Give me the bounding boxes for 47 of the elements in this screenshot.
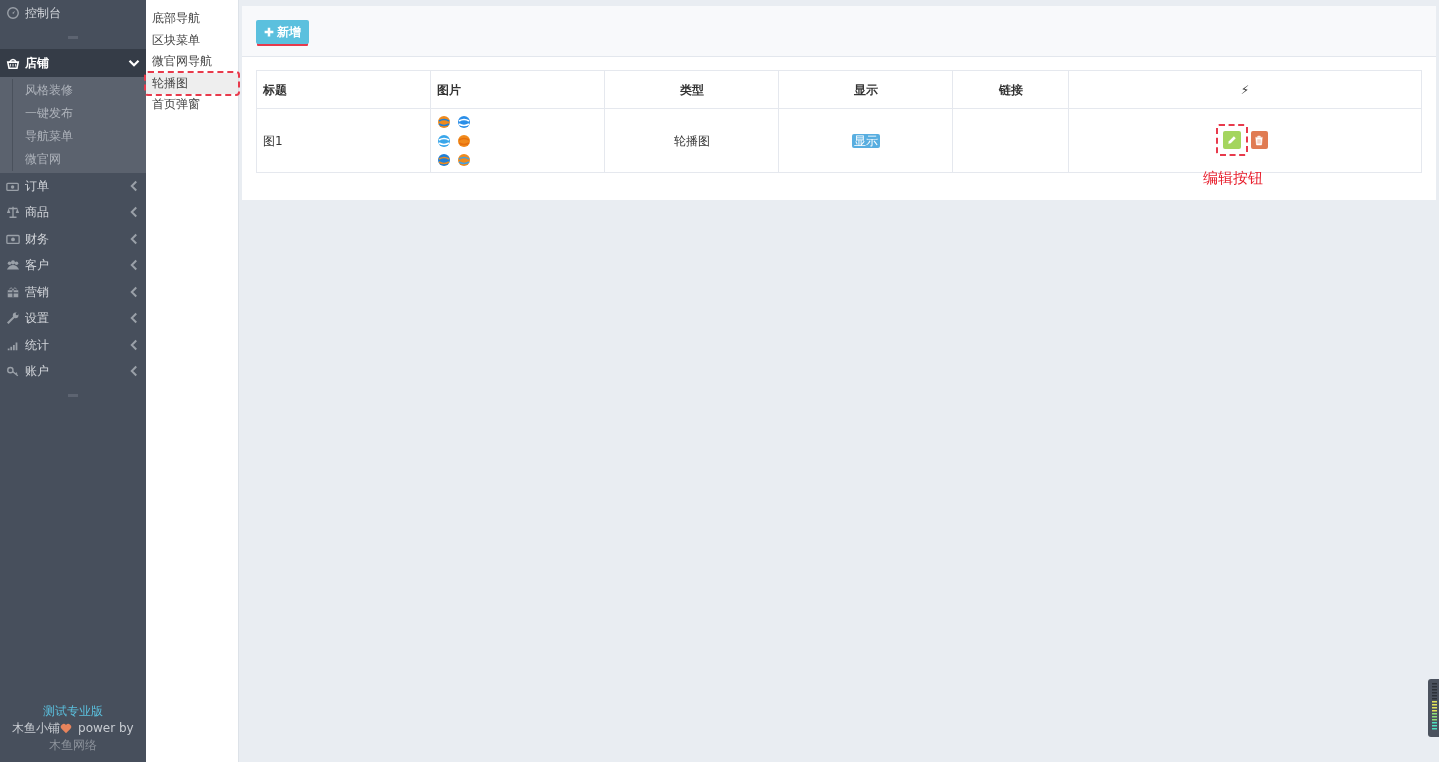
pencil-icon [1226, 135, 1237, 145]
sidebar-item[interactable]: 营销 [0, 278, 146, 305]
sidebar-item[interactable]: 控制台 [0, 0, 146, 27]
column-header: ⚡ [1068, 70, 1422, 109]
trash-icon [1254, 134, 1264, 146]
subnav-item[interactable]: 微官网导航 [146, 51, 238, 73]
table-cell: 轮播图 [673, 133, 710, 148]
globe-thumbnail-icon [457, 133, 471, 148]
status-badge: 显示 [851, 133, 880, 148]
globe-thumbnail-icon [437, 114, 451, 129]
subnav-item[interactable]: 轮播图 [146, 72, 238, 94]
column-header: 类型 [604, 70, 779, 109]
column-header: 链接 [952, 70, 1069, 109]
subnav-item[interactable]: 首页弹窗 [146, 94, 238, 116]
plus-icon [264, 27, 274, 37]
brand-text: 木鱼小铺 [12, 721, 61, 735]
subnav-item[interactable]: 区块菜单 [146, 29, 238, 51]
column-header: 图片 [430, 70, 605, 109]
sidebar-item[interactable]: 订单 [0, 172, 146, 199]
delete-button[interactable] [1250, 131, 1268, 149]
power-text: power by [77, 721, 134, 735]
key-icon [6, 364, 20, 379]
sidebar-item[interactable]: 设置 [0, 305, 146, 332]
table-cell: 图1 [263, 133, 283, 148]
sidebar-item[interactable]: 店铺 [0, 48, 146, 77]
meter-widget-drawing [1428, 679, 1439, 737]
annotation-label: 编辑按钮 [1202, 168, 1263, 189]
globe-thumbnail-icon [437, 152, 451, 167]
scale-icon [6, 205, 20, 220]
sidebar-item[interactable]: 账户 [0, 358, 146, 385]
wrench-icon [6, 311, 20, 326]
company-text: 木鱼网络 [48, 737, 98, 754]
sidebar-item[interactable]: 统计 [0, 331, 146, 358]
globe-thumbnail-icon [457, 152, 471, 167]
globe-thumbnail-icon [457, 114, 471, 129]
column-header: 显示 [778, 70, 953, 109]
edit-button[interactable] [1222, 131, 1241, 149]
globe-thumbnail-icon [437, 133, 451, 148]
sidebar-item[interactable]: 财务 [0, 225, 146, 252]
gift-icon [6, 284, 20, 299]
edition-label: 测试专业版 [42, 703, 104, 720]
sidebar-item[interactable]: 商品 [0, 199, 146, 226]
column-header: 标题 [256, 70, 431, 109]
subnav-item[interactable]: 底部导航 [146, 8, 238, 30]
dashboard-icon [6, 6, 20, 21]
heart-icon [60, 723, 73, 734]
sidebar-item[interactable]: 客户 [0, 252, 146, 279]
